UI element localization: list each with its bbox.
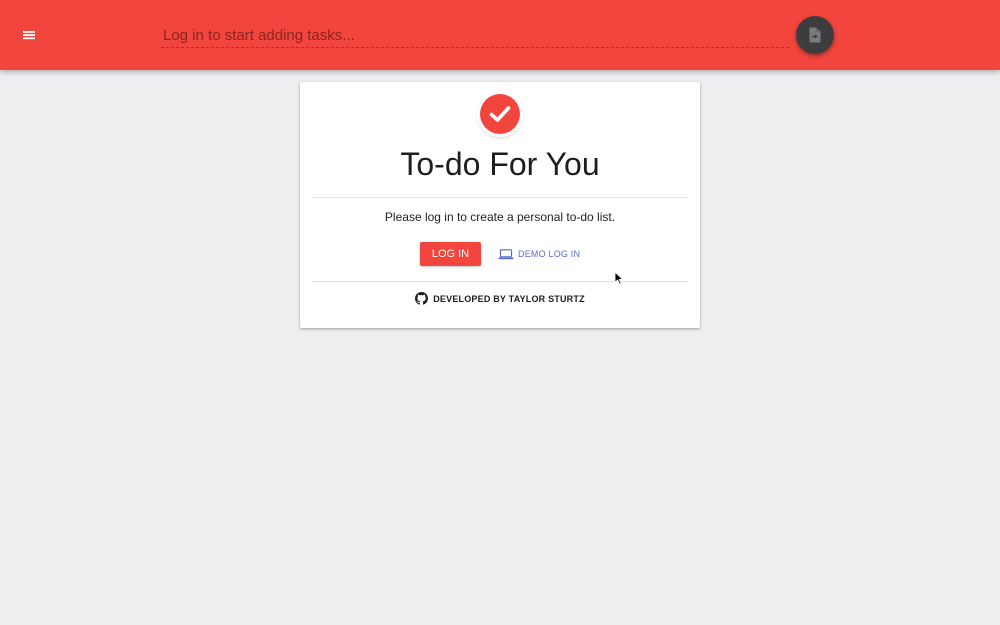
laptop-icon	[498, 248, 514, 259]
demo-login-button[interactable]: DEMO LOG IN	[498, 245, 580, 263]
file-import-icon	[809, 27, 821, 43]
developer-credit-label: DEVELOPED BY TAYLOR STURTZ	[433, 293, 585, 304]
mouse-cursor-icon	[614, 271, 624, 285]
login-card: To-do For You Please log in to create a …	[300, 82, 700, 328]
app-header	[0, 0, 1000, 70]
developer-credit[interactable]: DEVELOPED BY TAYLOR STURTZ	[300, 292, 700, 305]
github-icon	[415, 292, 429, 305]
menu-button[interactable]	[17, 23, 41, 47]
check-circle-icon	[489, 106, 511, 122]
divider	[312, 281, 688, 282]
app-title: To-do For You	[400, 146, 600, 182]
task-input[interactable]	[161, 23, 789, 48]
demo-login-label: DEMO LOG IN	[518, 249, 581, 259]
login-prompt: Please log in to create a personal to-do…	[384, 210, 616, 224]
divider	[312, 197, 688, 198]
app-logo	[480, 94, 520, 134]
login-button[interactable]: LOG IN	[420, 242, 481, 266]
import-file-button[interactable]	[796, 16, 834, 54]
menu-icon	[23, 31, 35, 40]
